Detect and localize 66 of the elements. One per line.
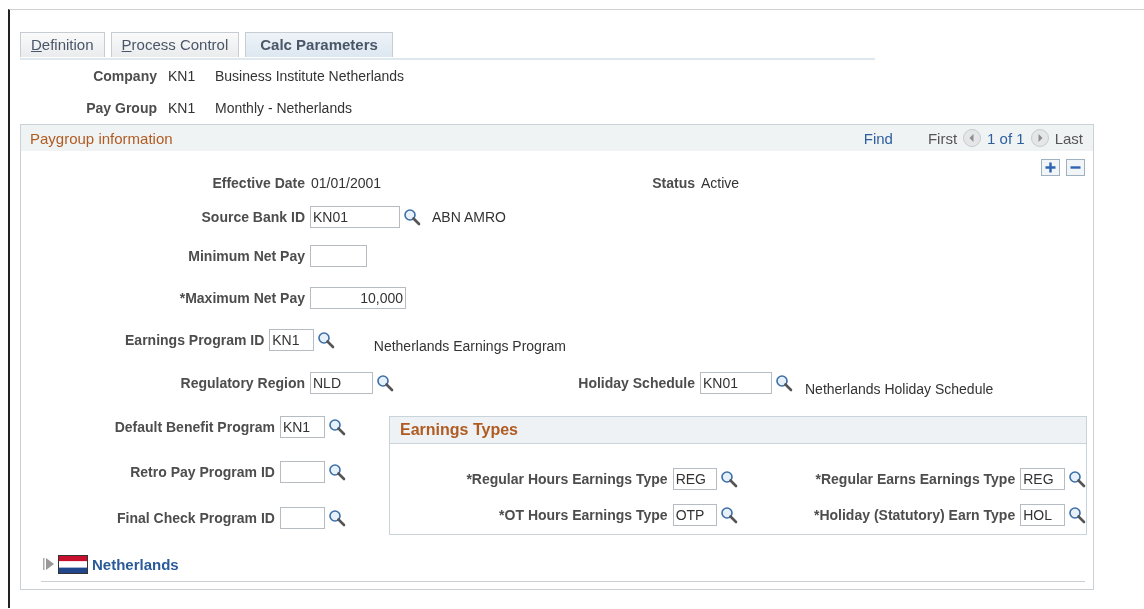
input-field[interactable]: HOL [1020,504,1065,526]
search-icon[interactable] [720,470,739,488]
delete-row-icon[interactable] [1066,159,1085,176]
input-field[interactable] [310,245,367,267]
field-label: Retro Pay Program ID [129,464,275,480]
search-icon[interactable] [327,509,346,527]
input-field[interactable] [279,507,325,529]
field-description: Netherlands Holiday Schedule [805,381,994,397]
search-icon[interactable] [403,208,421,226]
field-label: Source Bank ID [200,209,305,225]
flag-icon [58,554,88,574]
find-link[interactable]: Find [863,129,893,147]
tab[interactable]: Process Control [110,32,240,57]
field-value: KN1 [168,100,197,116]
field-label: *Regular Earns Earnings Type [814,471,1016,487]
input-field[interactable]: KN1 [279,416,325,438]
search-icon[interactable] [376,374,394,392]
search-icon[interactable] [775,374,793,392]
input-field[interactable] [279,461,325,483]
country-link[interactable]: Netherlands [92,555,179,573]
field-label: Holiday Schedule [577,375,695,391]
field-label: *Regular Hours Earnings Type [465,471,668,487]
input-field[interactable]: KN1 [269,329,315,351]
input-field[interactable]: REG [672,468,718,490]
page-count: 1 of 1 [987,129,1025,147]
field-label: *Holiday (Statutory) Earn Type [813,507,1016,523]
field-description: Netherlands Earnings Program [373,338,566,354]
input-field[interactable]: 10,000 [310,287,406,309]
search-icon[interactable] [1068,506,1086,524]
previous-icon[interactable] [963,129,982,147]
search-icon[interactable] [327,418,346,436]
field-label: Pay Group [85,100,157,116]
expand-icon[interactable] [42,556,56,572]
field-value: Active [701,175,740,191]
input-field[interactable]: OTP [672,504,718,526]
tab[interactable]: Definition [20,32,105,57]
field-label: Regulatory Region [179,375,305,391]
field-label: Final Check Program ID [116,510,275,526]
field-label: Minimum Net Pay [187,248,305,264]
field-value: KN1 [168,68,197,84]
next-icon[interactable] [1030,129,1049,147]
input-field[interactable]: NLD [310,372,373,394]
input-field[interactable]: REG [1020,468,1065,490]
field-label: Earnings Program ID [124,332,265,348]
input-field[interactable]: KN01 [310,206,400,228]
search-icon[interactable] [720,506,739,524]
field-label: Effective Date [211,175,305,191]
field-description: Monthly - Netherlands [215,100,352,116]
field-label: Default Benefit Program [113,419,275,435]
field-description: ABN AMRO [432,209,506,225]
search-icon[interactable] [327,463,346,481]
input-field[interactable]: KN01 [700,372,772,394]
search-icon[interactable] [1068,470,1086,488]
panel-title: Paygroup information [30,129,174,147]
add-row-icon[interactable] [1041,159,1060,176]
field-label: *Maximum Net Pay [178,290,305,306]
field-label: Status [651,175,695,191]
field-label: Company [92,68,157,84]
field-value: 01/01/2001 [311,175,382,191]
tab[interactable]: Calc Parameters [245,32,393,57]
last-link[interactable]: Last [1054,129,1083,147]
field-label: *OT Hours Earnings Type [498,507,668,523]
search-icon[interactable] [317,331,336,349]
field-description: Business Institute Netherlands [215,68,405,84]
group-title: Earnings Types [400,421,518,439]
first-link[interactable]: First [927,129,958,147]
